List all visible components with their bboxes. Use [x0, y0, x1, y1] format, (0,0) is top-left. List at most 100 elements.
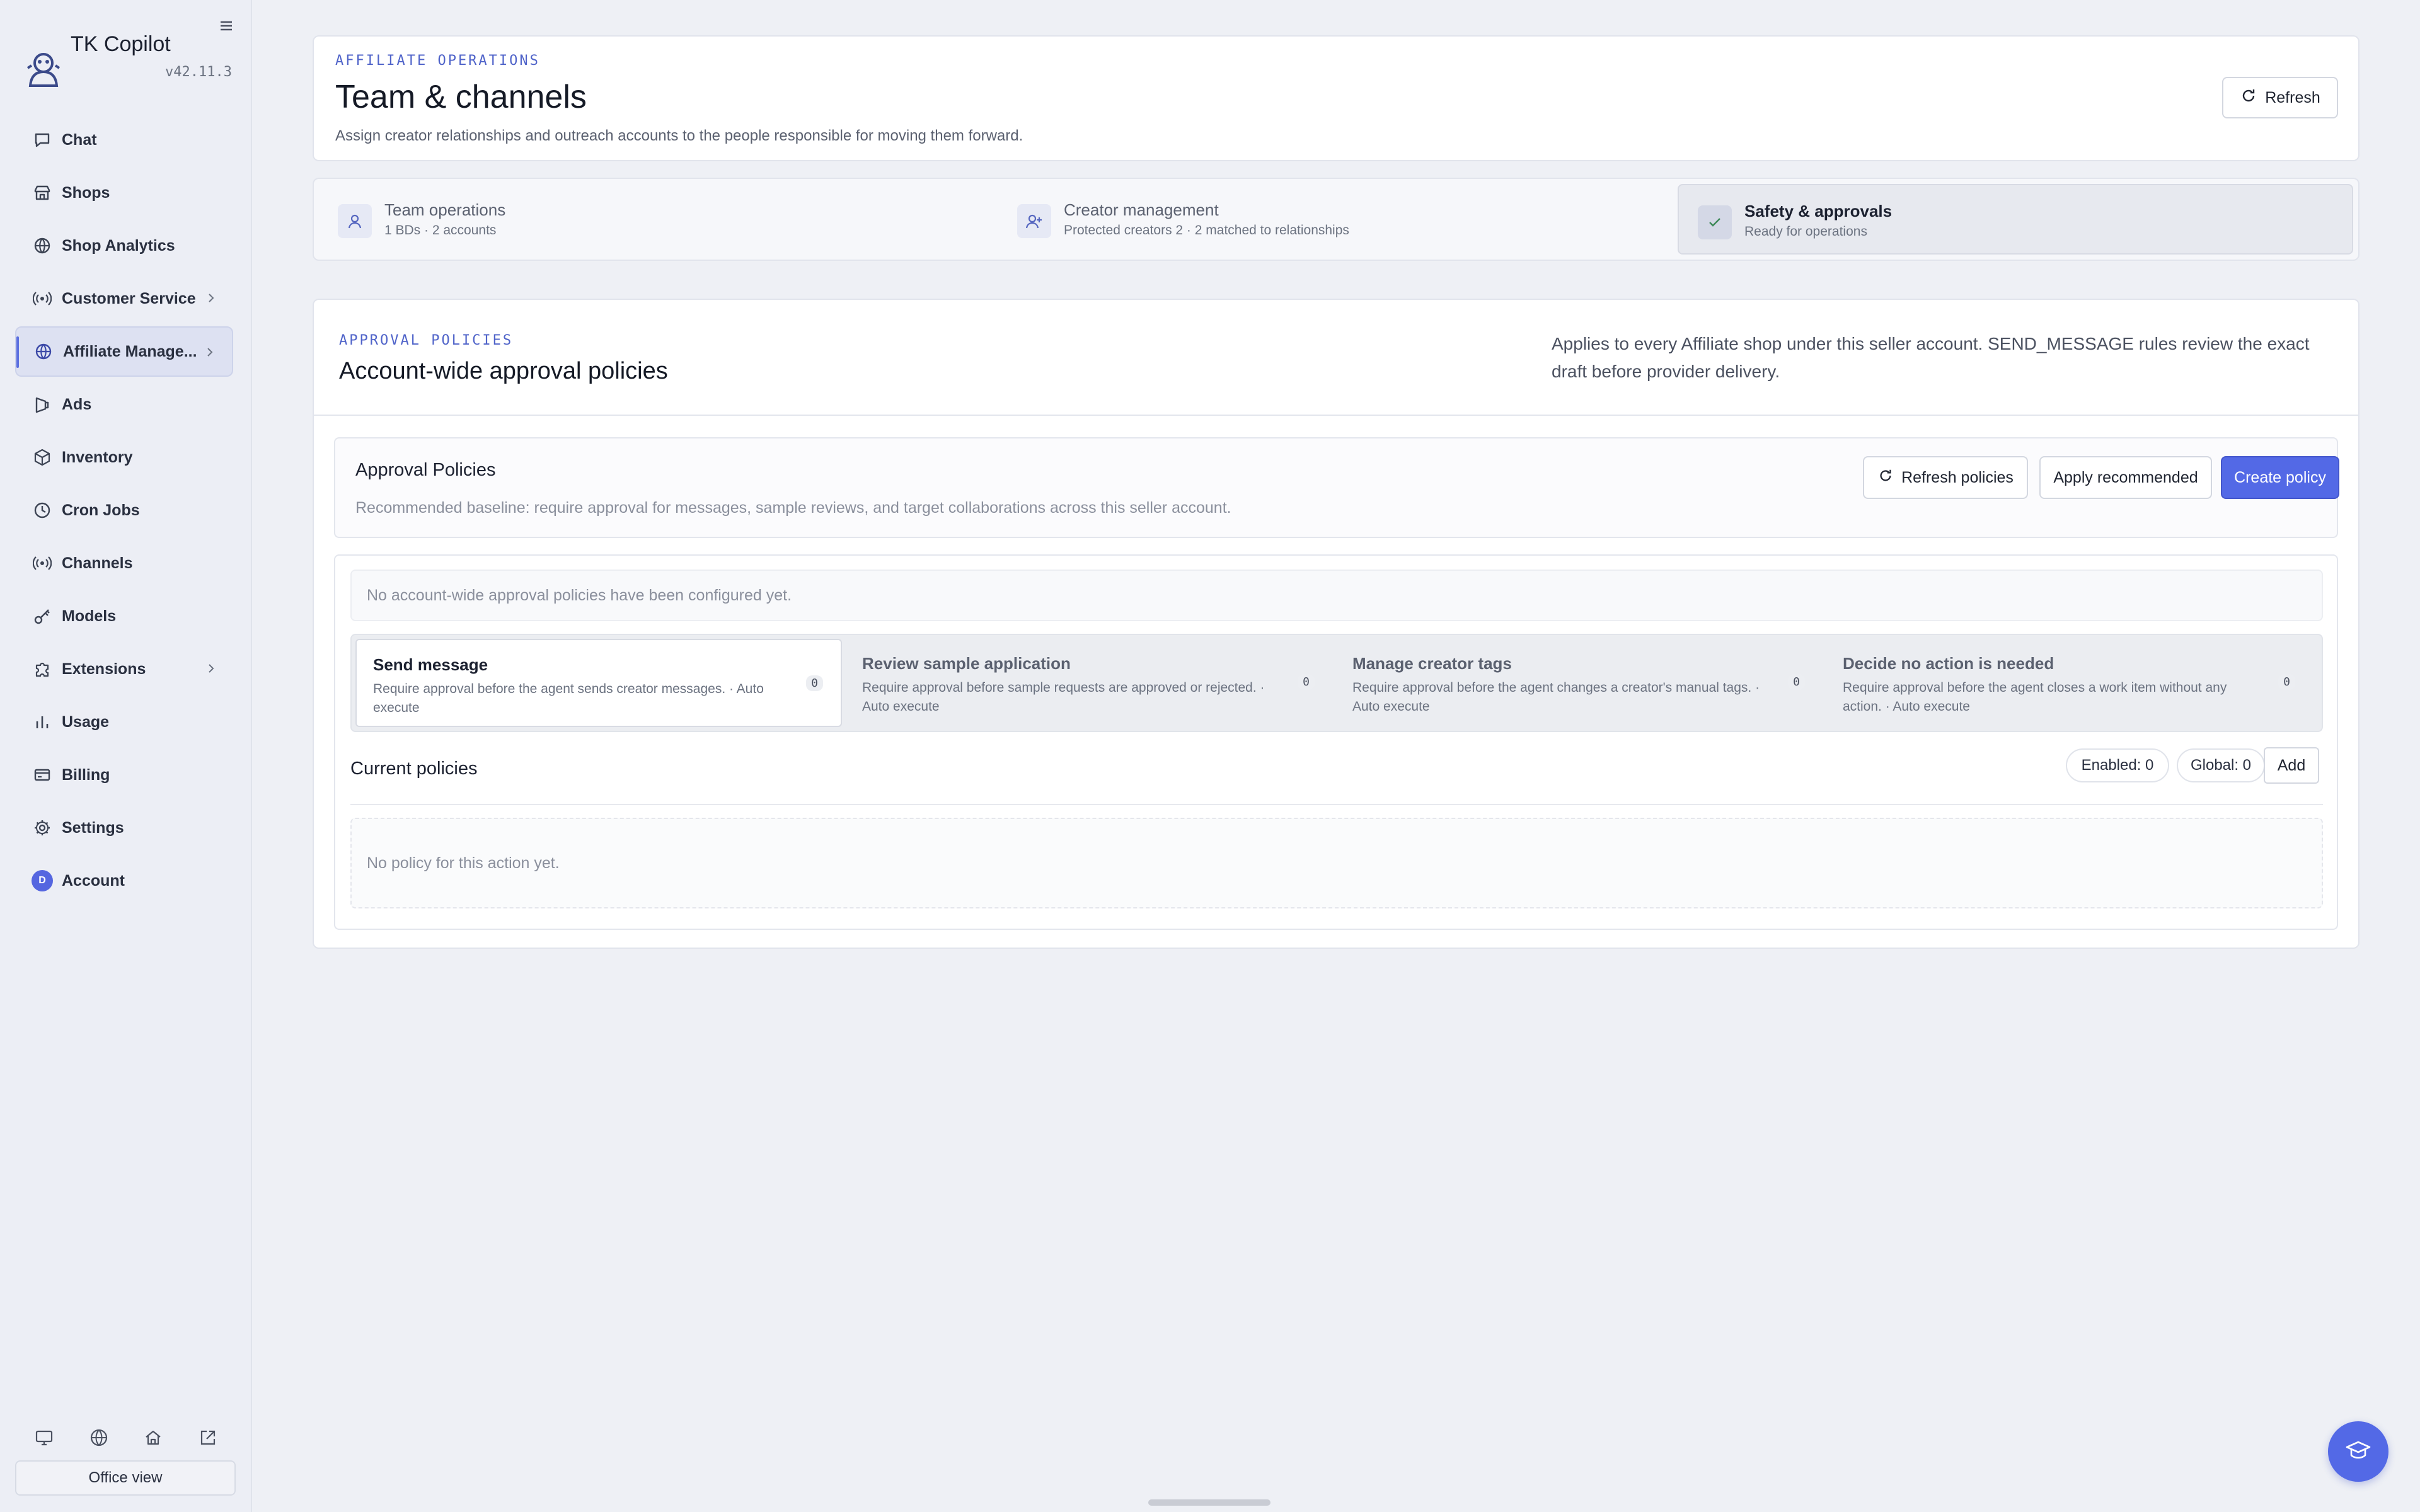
tab-manage-creator-tags[interactable]: Manage creator tags Require approval bef… [1336, 639, 1823, 727]
clock-icon [32, 500, 53, 521]
brand: TK Copilot v42.11.3 [25, 30, 233, 87]
refresh-button[interactable]: Refresh [2222, 77, 2338, 118]
policy-editor: No account-wide approval policies have b… [334, 554, 2338, 930]
sidebar-item-account[interactable]: D Account [15, 856, 233, 906]
sidebar-item-label: Channels [62, 554, 133, 572]
user-plus-icon [1017, 204, 1051, 238]
tab-description: Require approval before the agent closes… [1843, 680, 2227, 714]
count-badge: 0 [1298, 674, 1315, 690]
tab-title: Send message [373, 655, 488, 674]
sidebar-item-models[interactable]: Models [15, 591, 233, 641]
sidebar-item-inventory[interactable]: Inventory [15, 432, 233, 483]
tab-send-message[interactable]: Send message Require approval before the… [355, 639, 842, 727]
step-title: Team operations [384, 200, 506, 219]
sidebar-item-label: Settings [62, 818, 124, 837]
divider [314, 415, 2358, 416]
no-policy-message: No policy for this action yet. [350, 818, 2323, 908]
refresh-icon [2240, 87, 2257, 109]
divider [350, 804, 2323, 805]
sidebar-footer-icons [32, 1425, 221, 1453]
home-icon[interactable] [141, 1425, 166, 1450]
apply-recommended-button[interactable]: Apply recommended [2039, 456, 2212, 499]
puzzle-icon [32, 658, 53, 680]
sidebar-item-label: Ads [62, 395, 92, 413]
section-eyebrow: APPROVAL POLICIES [339, 333, 514, 348]
globe-icon [32, 235, 53, 256]
user-icon [338, 204, 372, 238]
tab-title: Manage creator tags [1352, 654, 1512, 673]
sidebar: TK Copilot v42.11.3 Chat Shops Shop Anal… [0, 0, 252, 1512]
sidebar-item-label: Customer Service [62, 289, 196, 307]
page-eyebrow: AFFILIATE OPERATIONS [335, 53, 540, 69]
sidebar-item-usage[interactable]: Usage [15, 697, 233, 747]
office-view-button[interactable]: Office view [15, 1460, 236, 1496]
broadcast-icon [32, 288, 53, 309]
step-subtitle: 1 BDs · 2 accounts [384, 223, 497, 238]
sidebar-item-label: Shops [62, 183, 110, 202]
globe-icon[interactable] [86, 1425, 112, 1450]
app-version: v42.11.3 [165, 64, 232, 80]
section-title: Account-wide approval policies [339, 358, 668, 384]
count-badge: 0 [2278, 674, 2295, 690]
sidebar-item-label: Usage [62, 713, 110, 731]
sidebar-nav: Chat Shops Shop Analytics Customer Servi… [15, 115, 233, 908]
sidebar-item-label: Models [62, 607, 117, 625]
sidebar-item-cron-jobs[interactable]: Cron Jobs [15, 485, 233, 536]
external-link-icon[interactable] [195, 1425, 221, 1450]
add-policy-button[interactable]: Add [2264, 747, 2319, 784]
horizontal-scrollbar[interactable] [1148, 1499, 1270, 1506]
create-policy-button[interactable]: Create policy [2221, 456, 2339, 499]
page-header: AFFILIATE OPERATIONS Team & channels Ass… [313, 35, 2360, 161]
globe-icon [33, 341, 54, 362]
tab-title: Decide no action is needed [1843, 654, 2054, 673]
step-team-operations[interactable]: Team operations 1 BDs · 2 accounts [319, 184, 992, 255]
billing-icon [32, 764, 53, 786]
step-title: Creator management [1064, 200, 1219, 219]
section-description: Applies to every Affiliate shop under th… [1552, 334, 2310, 381]
page-title: Team & channels [335, 79, 587, 115]
sidebar-item-ads[interactable]: Ads [15, 379, 233, 430]
avatar: D [32, 870, 53, 891]
gear-icon [32, 817, 53, 839]
tab-review-sample-application[interactable]: Review sample application Require approv… [846, 639, 1332, 727]
sidebar-item-shop-analytics[interactable]: Shop Analytics [15, 220, 233, 271]
refresh-button-label: Refresh [2265, 88, 2320, 106]
count-badge: 0 [1788, 674, 1805, 690]
sidebar-item-settings[interactable]: Settings [15, 803, 233, 853]
sidebar-item-affiliate-management[interactable]: Affiliate Manage... [15, 326, 233, 377]
approval-policies-section: APPROVAL POLICIES Account-wide approval … [313, 299, 2360, 949]
current-policies-title: Current policies [350, 759, 478, 779]
tab-description: Require approval before the agent sends … [373, 682, 764, 715]
global-count-badge: Global: 0 [2177, 748, 2265, 782]
step-safety-approvals[interactable]: Safety & approvals Ready for operations [1678, 184, 2353, 255]
tab-description: Require approval before sample requests … [862, 680, 1265, 714]
tab-decide-no-action[interactable]: Decide no action is needed Require appro… [1826, 639, 2313, 727]
store-icon [32, 182, 53, 203]
step-title: Safety & approvals [1744, 202, 1893, 220]
app-name: TK Copilot [71, 32, 171, 56]
chat-icon [32, 129, 53, 151]
empty-policies-message: No account-wide approval policies have b… [350, 570, 2323, 621]
panel-subtitle: Recommended baseline: require approval f… [355, 499, 1231, 517]
sidebar-item-billing[interactable]: Billing [15, 750, 233, 800]
sidebar-item-label: Billing [62, 765, 110, 784]
sidebar-item-chat[interactable]: Chat [15, 115, 233, 165]
sidebar-item-label: Chat [62, 130, 97, 149]
chevron-right-icon [203, 345, 217, 359]
sidebar-item-shops[interactable]: Shops [15, 168, 233, 218]
sidebar-item-customer-service[interactable]: Customer Service [15, 273, 233, 324]
help-button[interactable] [2328, 1421, 2388, 1482]
sidebar-item-extensions[interactable]: Extensions [15, 644, 233, 694]
menu-toggle-icon[interactable] [218, 18, 234, 34]
sidebar-item-channels[interactable]: Channels [15, 538, 233, 588]
refresh-policies-button[interactable]: Refresh policies [1863, 456, 2028, 499]
step-creator-management[interactable]: Creator management Protected creators 2 … [998, 184, 1671, 255]
enabled-count-badge: Enabled: 0 [2066, 748, 2169, 782]
action-tabs: Send message Require approval before the… [350, 634, 2323, 732]
sidebar-item-label: Inventory [62, 448, 133, 466]
workflow-steps: Team operations 1 BDs · 2 accounts Creat… [313, 178, 2360, 261]
megaphone-icon [32, 394, 53, 415]
refresh-icon [1877, 467, 1894, 488]
app-logo-icon [25, 49, 62, 87]
monitor-icon[interactable] [32, 1425, 57, 1450]
